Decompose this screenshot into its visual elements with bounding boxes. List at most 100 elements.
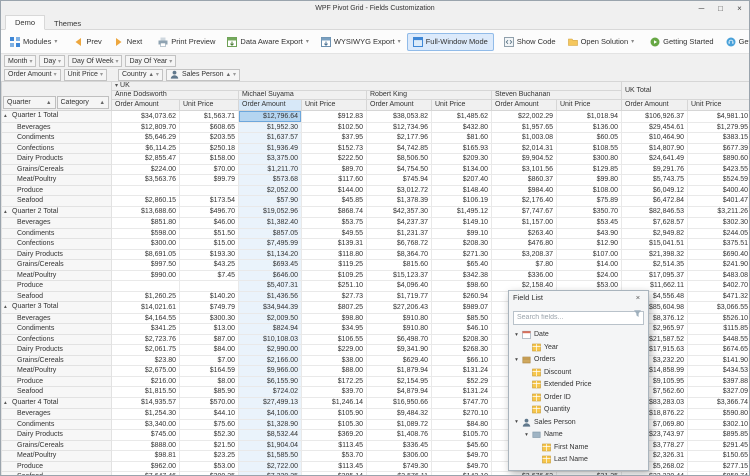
pivot-cell[interactable]: $84.80 — [432, 419, 492, 430]
pivot-cell[interactable]: $46.10 — [432, 324, 492, 335]
pivot-cell[interactable]: $1,936.49 — [239, 143, 302, 154]
pivot-cell[interactable]: $88.00 — [302, 366, 367, 377]
row-header-condiments[interactable]: Condiments — [2, 228, 112, 239]
pivot-cell[interactable]: $148.40 — [432, 185, 492, 196]
pivot-cell[interactable]: $2,514.35 — [622, 260, 688, 271]
row-header-beverages[interactable]: Beverages — [2, 409, 112, 420]
pivot-cell[interactable]: $2,014.31 — [492, 143, 557, 154]
pivot-cell[interactable]: $1,260.25 — [112, 291, 180, 302]
pivot-cell[interactable]: $34,073.62 — [112, 111, 180, 123]
pivot-cell[interactable]: $1,246.14 — [302, 397, 367, 409]
pivot-cell[interactable]: $263.40 — [492, 228, 557, 239]
pivot-cell[interactable]: $350.70 — [557, 206, 622, 218]
pivot-cell[interactable]: $375.51 — [688, 239, 750, 250]
pivot-cell[interactable]: $7.45 — [180, 270, 239, 281]
pivot-cell[interactable]: $962.00 — [112, 461, 180, 472]
pivot-cell[interactable]: $24,641.49 — [622, 154, 688, 165]
pivot-cell[interactable]: $526.10 — [688, 313, 750, 324]
pivot-cell[interactable]: $45.60 — [432, 440, 492, 451]
row-header-produce[interactable]: Produce — [2, 376, 112, 387]
field-list-item-orders[interactable]: ▾Orders — [509, 354, 648, 367]
pivot-cell[interactable]: $2,722.00 — [239, 461, 302, 472]
pivot-cell[interactable]: $229.00 — [302, 345, 367, 356]
pivot-cell[interactable]: $385.14 — [302, 472, 367, 476]
field-list-item-quantity[interactable]: Quantity — [509, 404, 648, 417]
pivot-cell[interactable]: $2,061.75 — [112, 345, 180, 356]
pivot-cell[interactable]: $336.00 — [492, 270, 557, 281]
pivot-cell[interactable]: $8,506.50 — [367, 154, 432, 165]
pivot-cell[interactable]: $14,021.61 — [112, 302, 180, 314]
pivot-cell[interactable]: $423.55 — [688, 164, 750, 175]
pivot-cell[interactable]: $327.09 — [688, 387, 750, 398]
pivot-cell[interactable]: $102.50 — [302, 122, 367, 133]
pivot-cell[interactable]: $8,364.70 — [367, 249, 432, 260]
pivot-cell[interactable]: $1,408.76 — [367, 430, 432, 441]
pivot-cell[interactable]: $7,628.57 — [622, 218, 688, 229]
pivot-cell[interactable]: $674.65 — [688, 345, 750, 356]
pivot-cell[interactable]: $3,366.74 — [688, 397, 750, 409]
pivot-cell[interactable]: $524.59 — [688, 175, 750, 186]
pivot-cell[interactable]: $53.45 — [557, 218, 622, 229]
pivot-cell[interactable]: $113.45 — [302, 440, 367, 451]
pivot-cell[interactable]: $82,846.53 — [622, 206, 688, 218]
pivot-cell[interactable]: $693.45 — [239, 260, 302, 271]
measure-header-order-amount[interactable]: Order Amount — [492, 100, 557, 111]
pivot-cell[interactable]: $70.00 — [180, 164, 239, 175]
pivot-cell[interactable]: $4,096.40 — [367, 281, 432, 292]
row-header-quarter-1-total[interactable]: ▴Quarter 1 Total — [2, 111, 112, 123]
row-header-confections[interactable]: Confections — [2, 239, 112, 250]
pivot-cell[interactable]: $24.00 — [557, 270, 622, 281]
pivot-cell[interactable]: $53.75 — [302, 218, 367, 229]
pivot-cell[interactable]: $1,904.04 — [239, 440, 302, 451]
pivot-cell[interactable]: $224.00 — [112, 164, 180, 175]
print-preview-button[interactable]: Print Preview — [152, 33, 221, 51]
pivot-cell[interactable]: $824.94 — [239, 324, 302, 335]
pivot-cell[interactable]: $39.70 — [302, 387, 367, 398]
pivot-cell[interactable]: $99.80 — [557, 175, 622, 186]
row-header-condiments[interactable]: Condiments — [2, 324, 112, 335]
pivot-cell[interactable]: $173.54 — [180, 196, 239, 207]
row-header-produce[interactable]: Produce — [2, 461, 112, 472]
pivot-cell[interactable]: $1,328.90 — [239, 419, 302, 430]
pivot-cell[interactable]: $14,807.90 — [622, 143, 688, 154]
pivot-cell[interactable]: $109.25 — [302, 270, 367, 281]
pivot-cell[interactable]: $749.79 — [180, 302, 239, 314]
pivot-cell[interactable]: $209.30 — [432, 154, 492, 165]
filter-area-field-day[interactable]: Day▾ — [39, 55, 64, 67]
pivot-cell[interactable]: $251.10 — [302, 281, 367, 292]
pivot-cell[interactable]: $12,734.96 — [367, 122, 432, 133]
pivot-cell[interactable]: $3,576.11 — [367, 472, 432, 476]
pivot-cell[interactable]: $42,357.30 — [367, 206, 432, 218]
pivot-cell[interactable]: $300.30 — [180, 313, 239, 324]
pivot-cell[interactable]: $98.81 — [112, 451, 180, 462]
pivot-cell[interactable]: $141.90 — [688, 355, 750, 366]
pivot-cell[interactable]: $46.00 — [180, 218, 239, 229]
pivot-cell[interactable]: $52.29 — [432, 376, 492, 387]
pivot-cell[interactable]: $27,206.43 — [367, 302, 432, 314]
pivot-cell[interactable]: $9,484.32 — [367, 409, 432, 420]
pivot-cell[interactable]: $1,563.71 — [180, 111, 239, 123]
pivot-cell[interactable]: $629.40 — [367, 355, 432, 366]
pivot-cell[interactable]: $23.80 — [112, 355, 180, 366]
pivot-cell[interactable]: $49.55 — [302, 228, 367, 239]
pivot-cell[interactable]: $868.74 — [302, 206, 367, 218]
pivot-cell[interactable]: $1,585.50 — [239, 451, 302, 462]
pivot-cell[interactable]: $1,089.72 — [367, 419, 432, 430]
show-code-button[interactable]: Show Code — [498, 33, 562, 51]
pivot-cell[interactable]: $1,485.62 — [432, 111, 492, 123]
pivot-cell[interactable]: $7,647.46 — [112, 472, 180, 476]
pivot-cell[interactable]: $341.25 — [112, 324, 180, 335]
pivot-cell[interactable] — [112, 185, 180, 196]
pivot-cell[interactable]: $108.55 — [557, 143, 622, 154]
pivot-cell[interactable]: $749.30 — [367, 461, 432, 472]
measure-header-unit-price[interactable]: Unit Price — [688, 100, 750, 111]
row-header-grains-cereals[interactable]: Grains/Cereals — [2, 164, 112, 175]
field-list-close-button[interactable]: × — [632, 291, 644, 305]
pivot-cell[interactable]: $38.00 — [302, 355, 367, 366]
column-grand-total-header[interactable]: UK Total — [622, 82, 750, 100]
pivot-cell[interactable]: $745.00 — [112, 430, 180, 441]
pivot-cell[interactable]: $29,454.61 — [622, 122, 688, 133]
pivot-cell[interactable]: $1,957.65 — [492, 122, 557, 133]
pivot-cell[interactable]: $13,688.60 — [112, 206, 180, 218]
pivot-cell[interactable]: $1,382.40 — [239, 218, 302, 229]
